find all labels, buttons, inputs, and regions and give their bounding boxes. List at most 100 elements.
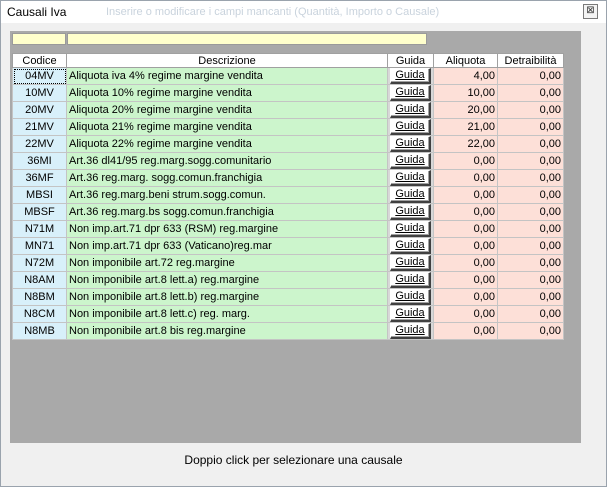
column-header-detraibilita[interactable]: Detraibilità [497, 53, 564, 68]
guida-button[interactable]: Guida [390, 323, 431, 339]
cell-aliquota[interactable]: 0,00 [433, 169, 498, 187]
cell-aliquota[interactable]: 0,00 [433, 152, 498, 170]
cell-descrizione[interactable]: Non imp.art.71 dpr 633 (RSM) reg.margine [66, 220, 388, 238]
column-header-descrizione[interactable]: Descrizione [66, 53, 388, 68]
cell-detraibilita[interactable]: 0,00 [497, 135, 564, 153]
cell-aliquota[interactable]: 0,00 [433, 322, 498, 340]
cell-aliquota[interactable]: 0,00 [433, 254, 498, 272]
cell-detraibilita[interactable]: 0,00 [497, 322, 564, 340]
cell-detraibilita[interactable]: 0,00 [497, 305, 564, 323]
cell-codice[interactable]: 36MI [12, 152, 67, 170]
cell-codice[interactable]: 21MV [12, 118, 67, 136]
cell-descrizione[interactable]: Non imponibile art.8 lett.a) reg.margine [66, 271, 388, 289]
cell-aliquota[interactable]: 4,00 [433, 67, 498, 85]
table-row[interactable]: MBSF Art.36 reg.marg.bs sogg.comun.franch… [12, 203, 564, 221]
cell-codice[interactable]: MBSF [12, 203, 67, 221]
guida-button[interactable]: Guida [390, 306, 431, 322]
cell-descrizione[interactable]: Art.36 reg.marg.bs sogg.comun.franchigia [66, 203, 388, 221]
cell-descrizione[interactable]: Art.36 reg.marg. sogg.comun.franchigia [66, 169, 388, 187]
cell-codice[interactable]: MBSI [12, 186, 67, 204]
cell-descrizione[interactable]: Aliquota iva 4% regime margine vendita [66, 67, 388, 85]
cell-codice[interactable]: 04MV [12, 67, 67, 85]
cell-aliquota[interactable]: 10,00 [433, 84, 498, 102]
table-row[interactable]: 21MV Aliquota 21% regime margine vendita G… [12, 118, 564, 136]
cell-codice[interactable]: MN71 [12, 237, 67, 255]
cell-descrizione[interactable]: Aliquota 22% regime margine vendita [66, 135, 388, 153]
cell-codice[interactable]: 22MV [12, 135, 67, 153]
cell-detraibilita[interactable]: 0,00 [497, 271, 564, 289]
table-row[interactable]: N72M Non imponibile art.72 reg.margine Gui… [12, 254, 564, 272]
cell-codice[interactable]: 10MV [12, 84, 67, 102]
guida-button[interactable]: Guida [390, 204, 431, 220]
cell-codice[interactable]: 36MF [12, 169, 67, 187]
cell-detraibilita[interactable]: 0,00 [497, 67, 564, 85]
cell-codice[interactable]: N8MB [12, 322, 67, 340]
cell-descrizione[interactable]: Aliquota 21% regime margine vendita [66, 118, 388, 136]
cell-descrizione[interactable]: Non imponibile art.8 lett.b) reg.margine [66, 288, 388, 306]
table-row[interactable]: N8MB Non imponibile art.8 bis reg.margine… [12, 322, 564, 340]
cell-detraibilita[interactable]: 0,00 [497, 237, 564, 255]
cell-descrizione[interactable]: Aliquota 20% regime margine vendita [66, 101, 388, 119]
cell-aliquota[interactable]: 0,00 [433, 271, 498, 289]
guida-button[interactable]: Guida [390, 187, 431, 203]
cell-descrizione[interactable]: Non imponibile art.8 bis reg.margine [66, 322, 388, 340]
table-row[interactable]: N8AM Non imponibile art.8 lett.a) reg.mar… [12, 271, 564, 289]
guida-button[interactable]: Guida [390, 238, 431, 254]
table-row[interactable]: N8CM Non imponibile art.8 lett.c) reg. ma… [12, 305, 564, 323]
cell-detraibilita[interactable]: 0,00 [497, 254, 564, 272]
table-row[interactable]: 20MV Aliquota 20% regime margine vendita G… [12, 101, 564, 119]
table-row[interactable]: N8BM Non imponibile art.8 lett.b) reg.mar… [12, 288, 564, 306]
column-header-aliquota[interactable]: Aliquota [433, 53, 498, 68]
cell-detraibilita[interactable]: 0,00 [497, 152, 564, 170]
cell-detraibilita[interactable]: 0,00 [497, 186, 564, 204]
table-row[interactable]: 22MV Aliquota 22% regime margine vendita G… [12, 135, 564, 153]
cell-detraibilita[interactable]: 0,00 [497, 169, 564, 187]
cell-aliquota[interactable]: 0,00 [433, 220, 498, 238]
guida-button[interactable]: Guida [390, 102, 431, 118]
cell-codice[interactable]: N8CM [12, 305, 67, 323]
column-header-codice[interactable]: Codice [12, 53, 67, 68]
cell-codice[interactable]: N72M [12, 254, 67, 272]
cell-aliquota[interactable]: 0,00 [433, 203, 498, 221]
table-row[interactable]: 36MI Art.36 dl41/95 reg.marg.sogg.comunit… [12, 152, 564, 170]
guida-button[interactable]: Guida [390, 221, 431, 237]
cell-aliquota[interactable]: 0,00 [433, 237, 498, 255]
cell-codice[interactable]: 20MV [12, 101, 67, 119]
table-row[interactable]: 10MV Aliquota 10% regime margine vendita G… [12, 84, 564, 102]
guida-button[interactable]: Guida [390, 153, 431, 169]
table-row[interactable]: 36MF Art.36 reg.marg. sogg.comun.franchig… [12, 169, 564, 187]
cell-aliquota[interactable]: 0,00 [433, 288, 498, 306]
cell-codice[interactable]: N8AM [12, 271, 67, 289]
causali-grid[interactable]: Codice Descrizione Guida Aliquota Detrai… [10, 31, 581, 443]
table-row[interactable]: MN71 Non imp.art.71 dpr 633 (Vaticano)reg… [12, 237, 564, 255]
cell-detraibilita[interactable]: 0,00 [497, 84, 564, 102]
guida-button[interactable]: Guida [390, 272, 431, 288]
guida-button[interactable]: Guida [390, 85, 431, 101]
guida-button[interactable]: Guida [390, 255, 431, 271]
guida-button[interactable]: Guida [390, 170, 431, 186]
cell-codice[interactable]: N8BM [12, 288, 67, 306]
table-row[interactable]: 04MV Aliquota iva 4% regime margine vendi… [12, 67, 564, 85]
cell-detraibilita[interactable]: 0,00 [497, 288, 564, 306]
guida-button[interactable]: Guida [390, 119, 431, 135]
cell-codice[interactable]: N71M [12, 220, 67, 238]
cell-descrizione[interactable]: Non imp.art.71 dpr 633 (Vaticano)reg.mar [66, 237, 388, 255]
cell-detraibilita[interactable]: 0,00 [497, 118, 564, 136]
cell-descrizione[interactable]: Non imponibile art.72 reg.margine [66, 254, 388, 272]
cell-aliquota[interactable]: 0,00 [433, 305, 498, 323]
cell-aliquota[interactable]: 20,00 [433, 101, 498, 119]
cell-detraibilita[interactable]: 0,00 [497, 220, 564, 238]
table-row[interactable]: MBSI Art.36 reg.marg.beni strum.sogg.comu… [12, 186, 564, 204]
code-filter-input[interactable] [12, 33, 66, 45]
guida-button[interactable]: Guida [390, 136, 431, 152]
cell-descrizione[interactable]: Non imponibile art.8 lett.c) reg. marg. [66, 305, 388, 323]
cell-detraibilita[interactable]: 0,00 [497, 203, 564, 221]
cell-aliquota[interactable]: 22,00 [433, 135, 498, 153]
cell-descrizione[interactable]: Art.36 reg.marg.beni strum.sogg.comun. [66, 186, 388, 204]
guida-button[interactable]: Guida [390, 68, 431, 84]
cell-aliquota[interactable]: 21,00 [433, 118, 498, 136]
cell-descrizione[interactable]: Aliquota 10% regime margine vendita [66, 84, 388, 102]
cell-aliquota[interactable]: 0,00 [433, 186, 498, 204]
table-row[interactable]: N71M Non imp.art.71 dpr 633 (RSM) reg.mar… [12, 220, 564, 238]
column-header-guida[interactable]: Guida [387, 53, 434, 68]
